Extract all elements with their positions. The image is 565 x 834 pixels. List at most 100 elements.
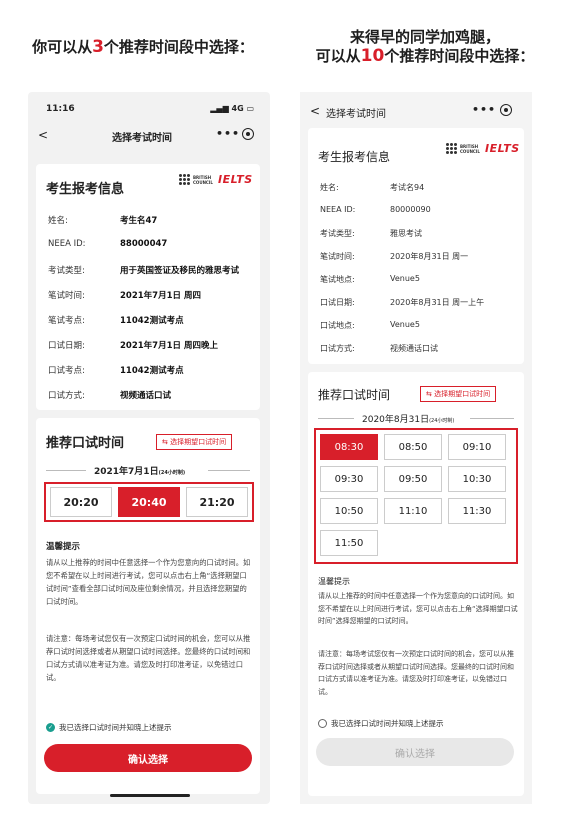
time-slot[interactable]: 10:30 (448, 466, 506, 492)
headline-right-line2: 可以从10个推荐时间段中选择： (295, 47, 555, 66)
candidate-info-card: 考生报考信息 BRITISH COUNCIL IELTS 姓名: 考生名47 NE… (36, 164, 260, 410)
time-slot-selected[interactable]: 20:40 (118, 487, 180, 517)
acknowledge-checkbox[interactable]: ✓ 我已选择口试时间并知晓上述提示 (46, 722, 172, 733)
time-slot[interactable]: 21:20 (186, 487, 248, 517)
info-value: 视频通话口试 (390, 344, 438, 353)
info-key: 笔试时间: (320, 252, 355, 261)
info-value: 考生名47 (120, 216, 158, 226)
rec-title: 推荐口试时间 (318, 388, 391, 402)
headline-right: 来得早的同学加鸡腿， 可以从10个推荐时间段中选择： (295, 28, 555, 66)
select-expected-time-button[interactable]: ⇆ 选择期望口试时间 (156, 434, 233, 450)
british-council-icon (179, 174, 190, 185)
info-key: 口试考点: (48, 366, 85, 376)
info-key: 口试日期: (48, 341, 85, 351)
confirm-button[interactable]: 确认选择 (44, 744, 252, 772)
info-value: 2021年7月1日 周四 (120, 291, 201, 301)
info-key: 笔试考点: (48, 316, 85, 326)
recommend-card: 推荐口试时间 ⇆ 选择期望口试时间 2020年8月31日(24小时制) 08:3… (308, 372, 524, 796)
info-value: 用于英国签证及移民的雅思考试 (120, 266, 240, 276)
info-key: 口试日期: (320, 298, 355, 307)
back-icon[interactable]: < (310, 104, 320, 118)
time-slot[interactable]: 11:50 (320, 530, 378, 556)
info-key: 笔试时间: (48, 291, 85, 301)
time-slot[interactable]: 20:20 (50, 487, 112, 517)
info-value: 2020年8月31日 周一 (390, 252, 469, 261)
target-icon[interactable] (242, 128, 254, 140)
select-expected-time-button[interactable]: ⇆ 选择期望口试时间 (420, 386, 497, 402)
phone-right: < 选择考试时间 ••• 考生报考信息 BRITISH COUNCIL IELT… (300, 92, 532, 804)
recommend-card: 推荐口试时间 ⇆ 选择期望口试时间 2021年7月1日(24小时制) 20:20… (36, 418, 260, 794)
time-slot[interactable]: 09:50 (384, 466, 442, 492)
date-rule-left (318, 418, 354, 419)
time-slot[interactable]: 10:50 (320, 498, 378, 524)
check-label: 我已选择口试时间并知晓上述提示 (331, 719, 444, 728)
nav-title: 选择考试时间 (326, 109, 386, 120)
date-note: (24小时制) (158, 470, 186, 476)
info-value: 雅思考试 (390, 229, 422, 238)
brand-bc: BRITISH COUNCIL (460, 143, 480, 154)
tip-paragraph-1: 请从以上推荐的时间中任意选择一个作为您意向的口试时间。如您不希望在以上时间进行考… (318, 592, 518, 625)
tip-title: 温馨提示 (46, 542, 81, 552)
tip-paragraph-2: 请注意：每场考试您仅有一次预定口试时间的机会，您可以从推荐口试时间选择或者从期望… (318, 650, 514, 696)
info-value: 2021年7月1日 周四晚上 (120, 341, 218, 351)
time-slot-selected[interactable]: 08:30 (320, 434, 378, 460)
headline-right-pre: 可以从 (315, 47, 361, 65)
headline-left-count: 3 (92, 37, 104, 57)
date-text: 2020年8月31日 (362, 415, 430, 425)
date-text: 2021年7月1日 (94, 467, 159, 477)
brand-bc: BRITISH COUNCIL (193, 174, 213, 185)
info-key: 口试地点: (320, 321, 355, 330)
info-value: 2020年8月31日 周一上午 (390, 298, 485, 307)
date-rule-left (46, 470, 86, 471)
time-slot[interactable]: 11:30 (448, 498, 506, 524)
home-indicator (110, 794, 190, 797)
headline-right-post: 个推荐时间段中选择： (384, 47, 535, 65)
more-icon[interactable]: ••• (472, 103, 496, 116)
info-value: 考试名94 (390, 183, 425, 192)
british-council-icon (446, 143, 457, 154)
headline-right-line1: 来得早的同学加鸡腿， (349, 28, 500, 46)
info-value: 80000090 (390, 205, 431, 214)
time-slot[interactable]: 09:10 (448, 434, 506, 460)
info-key: NEEA ID: (48, 239, 86, 249)
info-value: 视频通话口试 (120, 391, 172, 401)
info-key: NEEA ID: (320, 205, 356, 214)
info-key: 口试方式: (48, 391, 85, 401)
check-icon (318, 719, 327, 728)
date-rule-right (470, 418, 514, 419)
nav-bar: < 选择考试时间 ••• (28, 126, 270, 148)
check-label: 我已选择口试时间并知晓上述提示 (59, 723, 172, 732)
headline-left-pre: 你可以从 (32, 38, 93, 56)
candidate-info-card: 考生报考信息 BRITISH COUNCIL IELTS 姓名: 考试名94 NE… (308, 128, 524, 364)
info-value: Venue5 (390, 274, 420, 283)
rec-title: 推荐口试时间 (46, 436, 125, 451)
info-title: 考生报考信息 (318, 150, 391, 164)
info-key: 姓名: (320, 183, 339, 192)
status-time: 11:16 (46, 104, 75, 114)
nav-title: 选择考试时间 (112, 133, 172, 144)
ielts-logo: BRITISH COUNCIL IELTS (446, 142, 520, 155)
tip-paragraph-2: 请注意：每场考试您仅有一次预定口试时间的机会，您可以从推荐口试时间选择或者从期望… (46, 634, 251, 682)
date-note: (24小时制) (429, 418, 455, 424)
confirm-button[interactable]: 确认选择 (316, 738, 514, 766)
time-slot[interactable]: 08:50 (384, 434, 442, 460)
target-icon[interactable] (500, 104, 512, 116)
time-slot[interactable]: 11:10 (384, 498, 442, 524)
more-icon[interactable]: ••• (216, 127, 240, 140)
status-signal: ▂▄▆ 4G ▭ (210, 104, 254, 113)
info-title: 考生报考信息 (46, 182, 125, 197)
back-icon[interactable]: < (38, 128, 48, 142)
nav-bar: < 选择考试时间 ••• (300, 102, 532, 124)
info-key: 考试类型: (320, 229, 355, 238)
acknowledge-checkbox[interactable]: 我已选择口试时间并知晓上述提示 (318, 718, 444, 729)
headline-left-post: 个推荐时间段中选择： (103, 38, 254, 56)
headline-left: 你可以从3个推荐时间段中选择： (18, 38, 268, 57)
date-line: 2021年7月1日(24小时制) (94, 464, 185, 477)
ielts-logo: BRITISH COUNCIL IELTS (179, 173, 253, 186)
info-key: 口试方式: (320, 344, 355, 353)
time-slot[interactable]: 09:30 (320, 466, 378, 492)
tip-paragraph-1: 请从以上推荐的时间中任意选择一个作为您意向的口试时间。如您不希望在以上时间进行考… (46, 558, 251, 606)
tip-title: 温馨提示 (318, 577, 350, 586)
date-line: 2020年8月31日(24小时制) (362, 412, 454, 425)
status-bar: 11:16 ▂▄▆ 4G ▭ (28, 104, 270, 118)
